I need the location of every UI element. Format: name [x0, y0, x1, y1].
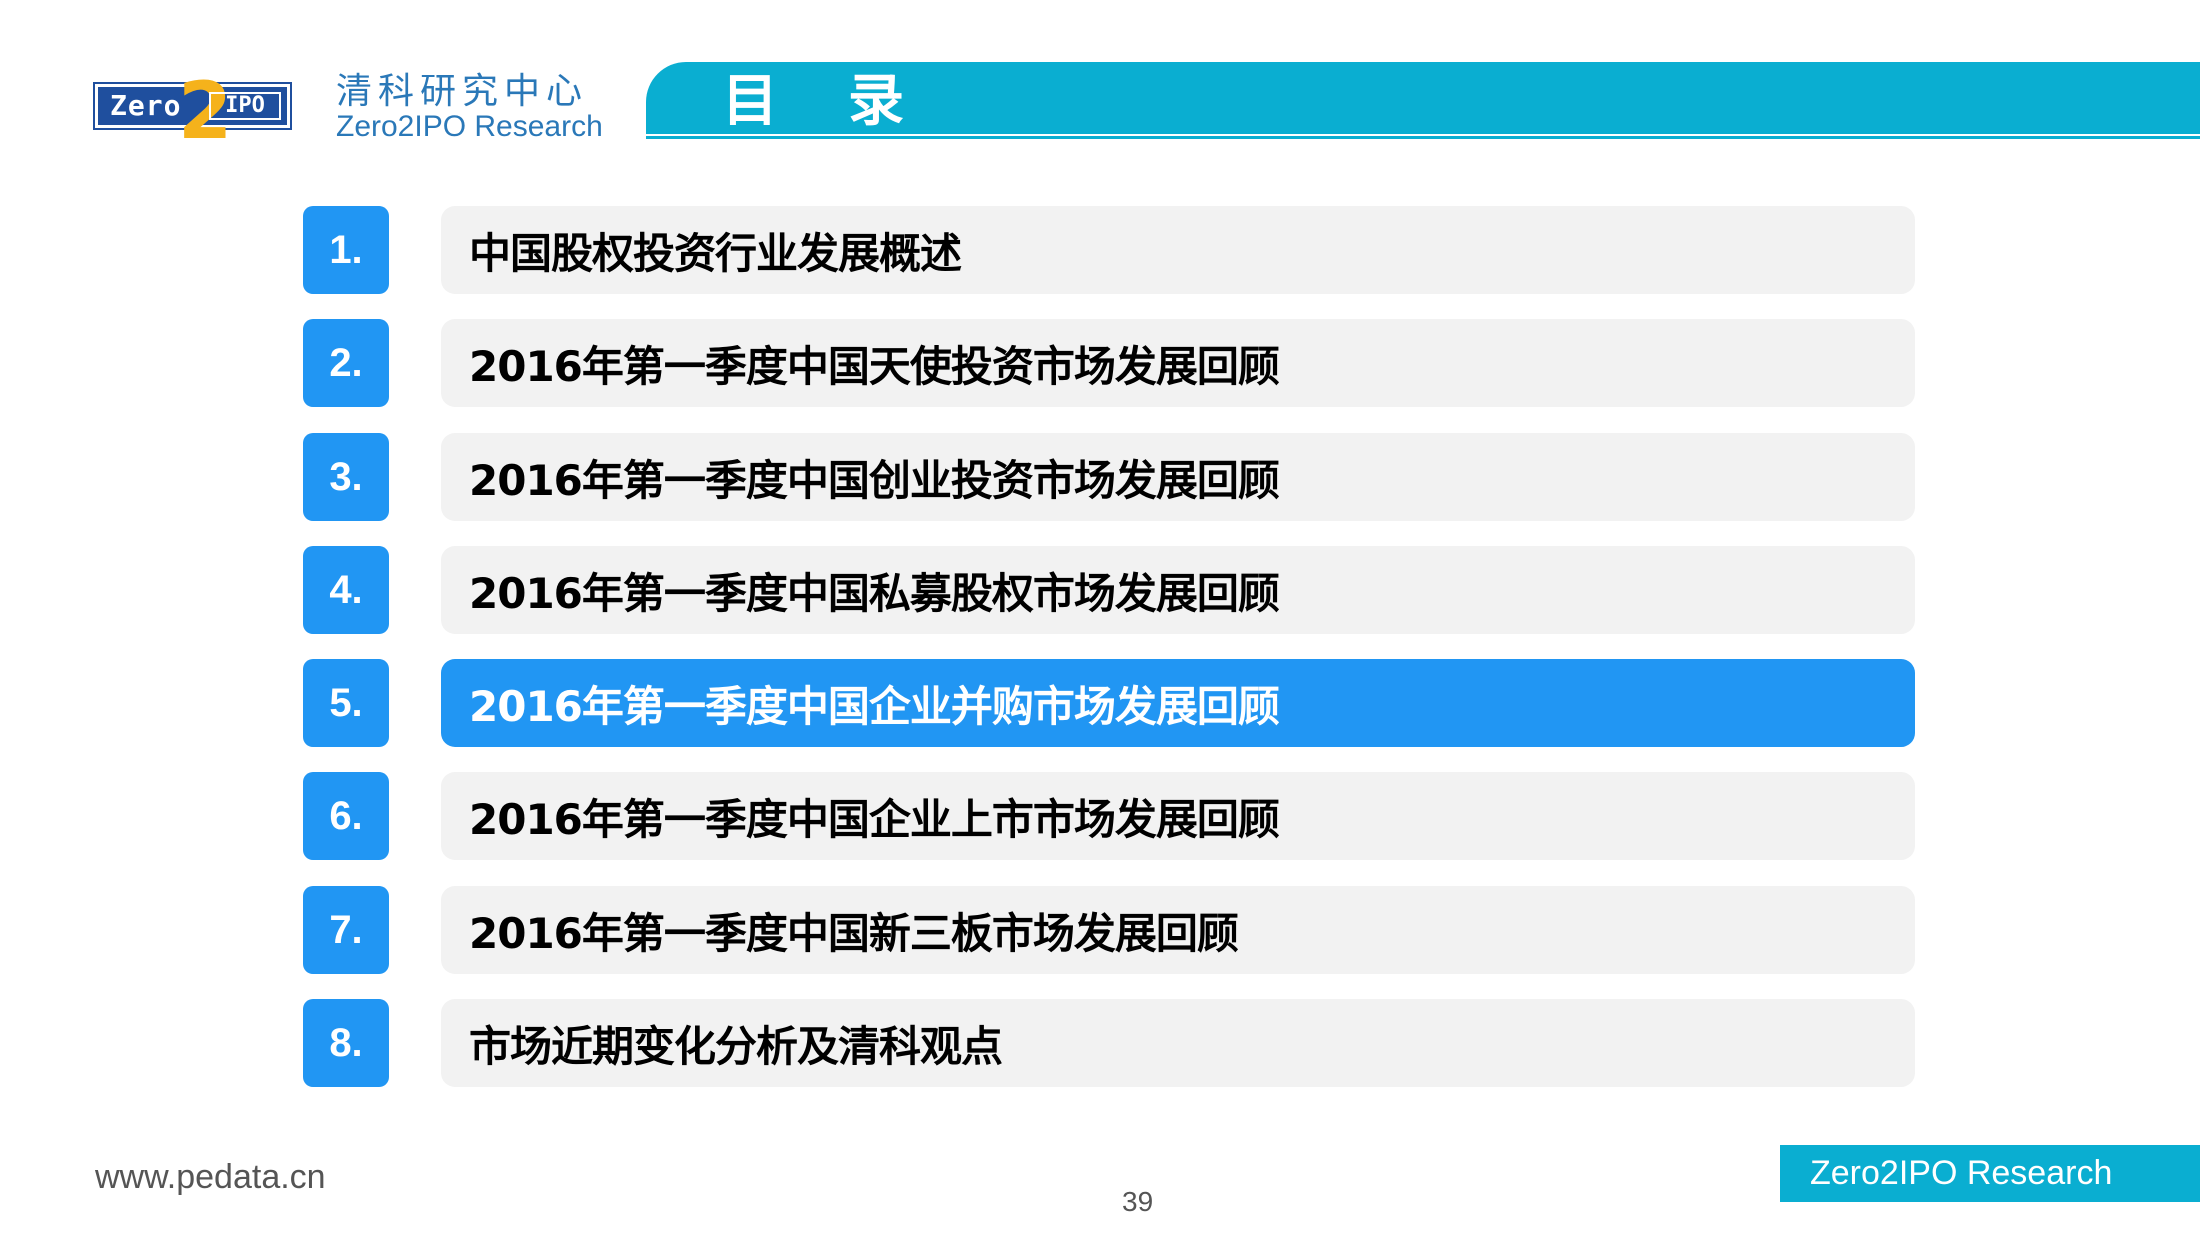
- logo-zero-text: Zero: [110, 89, 182, 122]
- toc-number-badge: 4.: [303, 546, 389, 634]
- toc-number-badge: 7.: [303, 886, 389, 974]
- toc-item-label[interactable]: 2016年第一季度中国企业上市市场发展回顾: [441, 772, 1915, 860]
- toc-item-3[interactable]: 3. 2016年第一季度中国创业投资市场发展回顾: [0, 433, 2200, 521]
- toc-item-7[interactable]: 7. 2016年第一季度中国新三板市场发展回顾: [0, 886, 2200, 974]
- toc-number-badge: 8.: [303, 999, 389, 1087]
- footer-url[interactable]: www.pedata.cn: [95, 1158, 326, 1197]
- toc-item-5[interactable]: 5. 2016年第一季度中国企业并购市场发展回顾: [0, 659, 2200, 747]
- footer-brand-badge: Zero2IPO Research: [1780, 1145, 2200, 1202]
- page-title: 目录: [722, 69, 974, 134]
- toc-item-label[interactable]: 2016年第一季度中国新三板市场发展回顾: [441, 886, 1915, 974]
- brand-name-cn: 清科研究中心: [336, 71, 589, 112]
- toc-item-label[interactable]: 市场近期变化分析及清科观点: [441, 999, 1915, 1087]
- toc-item-label[interactable]: 2016年第一季度中国天使投资市场发展回顾: [441, 319, 1915, 407]
- toc-item-label[interactable]: 中国股权投资行业发展概述: [441, 206, 1915, 294]
- toc-item-label-active[interactable]: 2016年第一季度中国企业并购市场发展回顾: [441, 659, 1915, 747]
- page-number: 39: [1122, 1186, 1154, 1217]
- toc-item-label[interactable]: 2016年第一季度中国创业投资市场发展回顾: [441, 433, 1915, 521]
- toc-item-6[interactable]: 6. 2016年第一季度中国企业上市市场发展回顾: [0, 772, 2200, 860]
- brand-name-en: Zero2IPO Research: [336, 110, 603, 143]
- toc-item-1[interactable]: 1. 中国股权投资行业发展概述: [0, 206, 2200, 294]
- toc-number-badge: 6.: [303, 772, 389, 860]
- toc-number-badge: 3.: [303, 433, 389, 521]
- toc-item-4[interactable]: 4. 2016年第一季度中国私募股权市场发展回顾: [0, 546, 2200, 634]
- toc-number-badge: 2.: [303, 319, 389, 407]
- logo-ipo-text: IPO: [225, 93, 265, 118]
- toc-item-8[interactable]: 8. 市场近期变化分析及清科观点: [0, 999, 2200, 1087]
- toc-item-2[interactable]: 2. 2016年第一季度中国天使投资市场发展回顾: [0, 319, 2200, 407]
- logo-ipo-frame: IPO: [209, 92, 281, 120]
- toc-item-label[interactable]: 2016年第一季度中国私募股权市场发展回顾: [441, 546, 1915, 634]
- zero2ipo-logo: Zero 2 IPO: [93, 73, 292, 151]
- toc-number-badge: 5.: [303, 659, 389, 747]
- toc-number-badge: 1.: [303, 206, 389, 294]
